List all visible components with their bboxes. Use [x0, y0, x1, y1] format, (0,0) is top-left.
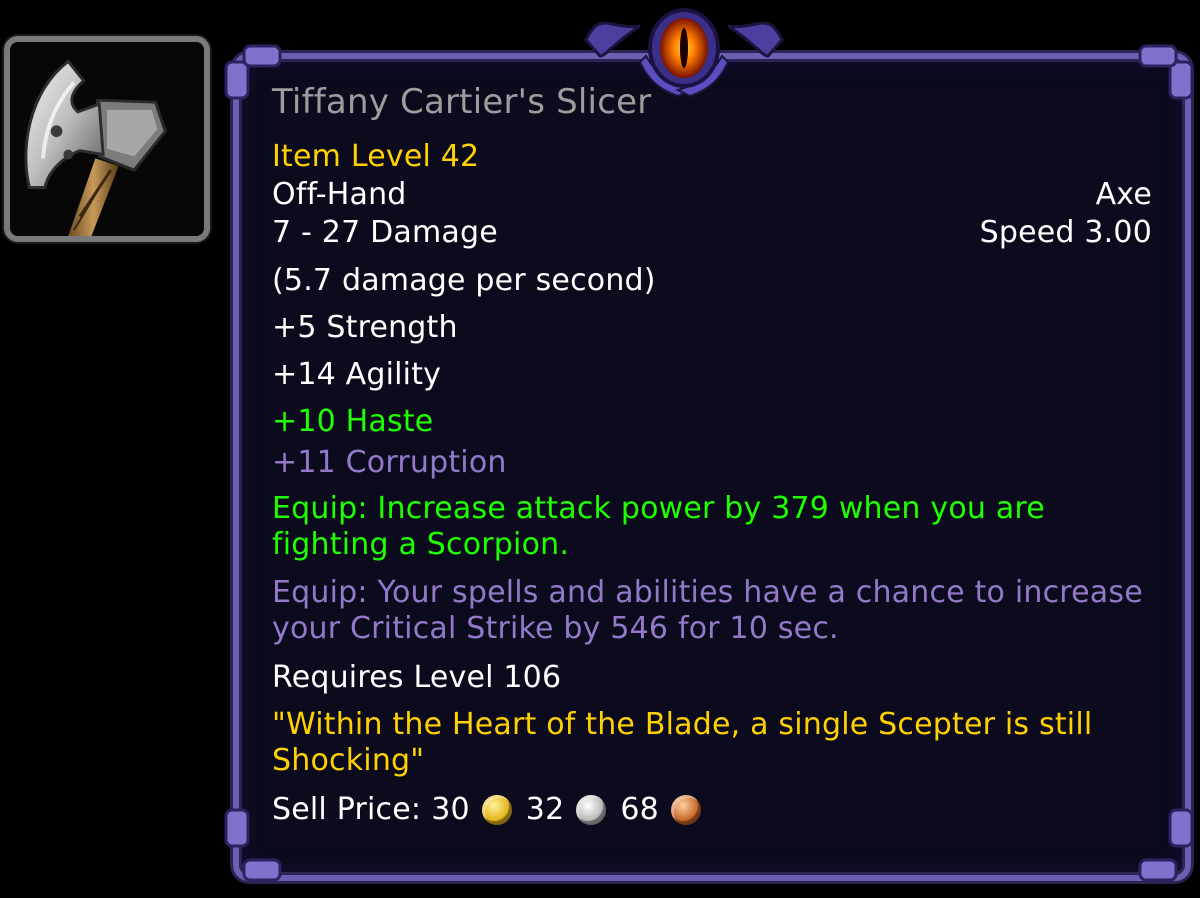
item-speed: Speed 3.00 — [979, 215, 1152, 250]
tooltip-content: Tiffany Cartier's Slicer Item Level 42 O… — [272, 80, 1152, 829]
item-name: Tiffany Cartier's Slicer — [272, 82, 652, 122]
item-type: Axe — [1095, 177, 1152, 212]
gold-coin-icon — [481, 795, 512, 825]
slot-type-row: Off-Hand Axe — [272, 176, 1152, 214]
sell-price-label: Sell Price: — [272, 792, 422, 827]
stat-strength: +5 Strength — [272, 310, 458, 345]
equip-effect-critical-strike: Equip: Your spells and abilities have a … — [272, 575, 1143, 646]
sell-gold-amount: 30 — [431, 792, 470, 827]
item-icon-frame[interactable] — [4, 36, 210, 242]
stat-haste: +10 Haste — [272, 404, 434, 439]
item-dps: (5.7 damage per second) — [272, 263, 656, 298]
copper-coin-icon — [670, 795, 701, 825]
silver-coin-icon — [576, 795, 607, 825]
equip-effect-attack-power: Equip: Increase attack power by 379 when… — [272, 491, 1045, 562]
item-damage: 7 - 27 Damage — [272, 215, 498, 250]
flavor-text: "Within the Heart of the Blade, a single… — [272, 707, 1093, 778]
damage-speed-row: 7 - 27 Damage Speed 3.00 — [272, 214, 1152, 252]
axe-icon — [10, 42, 204, 236]
stat-corruption: +11 Corruption — [272, 445, 507, 480]
sell-price: Sell Price: 30 32 68 — [272, 791, 1152, 829]
required-level: Requires Level 106 — [272, 660, 562, 695]
tooltip-screen: Tiffany Cartier's Slicer Item Level 42 O… — [0, 0, 1200, 898]
item-level: Item Level 42 — [272, 139, 480, 174]
stat-agility: +14 Agility — [272, 357, 442, 392]
sell-silver-amount: 32 — [525, 792, 565, 827]
sell-copper-amount: 68 — [620, 792, 659, 827]
item-slot: Off-Hand — [272, 177, 407, 212]
